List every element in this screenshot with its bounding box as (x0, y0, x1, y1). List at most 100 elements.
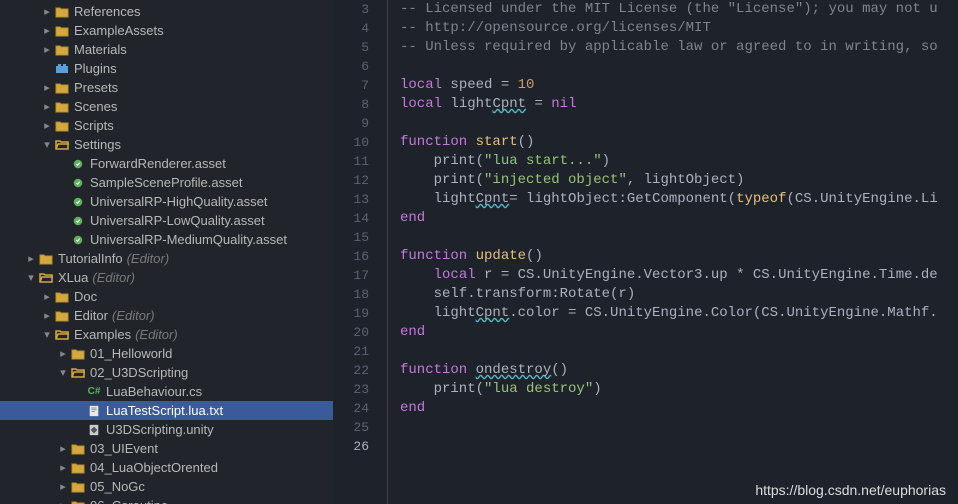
code-line[interactable]: print("lua start...") (400, 152, 958, 171)
line-number[interactable]: 23 (333, 380, 387, 399)
code-line[interactable]: end (400, 323, 958, 342)
code-line[interactable]: self.transform:Rotate(r) (400, 285, 958, 304)
tree-item-tutorialinfo[interactable]: TutorialInfo(Editor) (0, 249, 333, 268)
line-number[interactable]: 4 (333, 19, 387, 38)
chevron-down-icon[interactable] (56, 366, 70, 379)
code-line[interactable]: lightCpnt.color = CS.UnityEngine.Color(C… (400, 304, 958, 323)
code-line[interactable]: function start() (400, 133, 958, 152)
chevron-down-icon[interactable] (40, 328, 54, 341)
line-number[interactable]: 18 (333, 285, 387, 304)
tree-item-references[interactable]: References (0, 2, 333, 21)
chevron-down-icon[interactable] (40, 138, 54, 151)
code-line[interactable]: local lightCpnt = nil (400, 95, 958, 114)
tree-item-forwardrenderer-asset[interactable]: ForwardRenderer.asset (0, 154, 333, 173)
code-line[interactable]: lightCpnt= lightObject:GetComponent(type… (400, 190, 958, 209)
code-line[interactable]: function ondestroy() (400, 361, 958, 380)
line-number[interactable]: 13 (333, 190, 387, 209)
tree-item-label: Materials (74, 42, 127, 57)
line-number[interactable]: 11 (333, 152, 387, 171)
code-line[interactable]: end (400, 399, 958, 418)
chevron-down-icon[interactable] (24, 271, 38, 284)
code-line[interactable]: end (400, 209, 958, 228)
code-editor[interactable]: -- Licensed under the MIT License (the "… (388, 0, 958, 504)
tree-item-universalrp-highquality-asset[interactable]: UniversalRP-HighQuality.asset (0, 192, 333, 211)
line-number[interactable]: 8 (333, 95, 387, 114)
tree-item-u3dscripting-unity[interactable]: U3DScripting.unity (0, 420, 333, 439)
tree-item-universalrp-mediumquality-asset[interactable]: UniversalRP-MediumQuality.asset (0, 230, 333, 249)
tree-item-luatestscript-lua-txt[interactable]: LuaTestScript.lua.txt (0, 401, 333, 420)
tree-item-presets[interactable]: Presets (0, 78, 333, 97)
tree-item-06-coroutine[interactable]: 06_Coroutine (0, 496, 333, 504)
chevron-right-icon[interactable] (40, 81, 54, 94)
code-line[interactable]: print("injected object", lightObject) (400, 171, 958, 190)
chevron-right-icon[interactable] (24, 252, 38, 265)
tree-item-luabehaviour-cs[interactable]: C#LuaBehaviour.cs (0, 382, 333, 401)
code-line[interactable]: -- http://opensource.org/licenses/MIT (400, 19, 958, 38)
folder-icon (54, 5, 70, 19)
tree-item-materials[interactable]: Materials (0, 40, 333, 59)
line-number[interactable]: 12 (333, 171, 387, 190)
code-line[interactable]: print("lua destroy") (400, 380, 958, 399)
line-number[interactable]: 5 (333, 38, 387, 57)
chevron-right-icon[interactable] (56, 499, 70, 504)
tree-item-samplesceneprofile-asset[interactable]: SampleSceneProfile.asset (0, 173, 333, 192)
tree-item-settings[interactable]: Settings (0, 135, 333, 154)
chevron-right-icon[interactable] (40, 100, 54, 113)
tree-item-examples[interactable]: Examples(Editor) (0, 325, 333, 344)
tree-item-02-u3dscripting[interactable]: 02_U3DScripting (0, 363, 333, 382)
tree-item-04-luaobjectorented[interactable]: 04_LuaObjectOrented (0, 458, 333, 477)
chevron-right-icon[interactable] (40, 5, 54, 18)
code-line[interactable]: local r = CS.UnityEngine.Vector3.up * CS… (400, 266, 958, 285)
tree-item-03-uievent[interactable]: 03_UIEvent (0, 439, 333, 458)
tree-item-suffix: (Editor) (135, 327, 178, 342)
line-number[interactable]: 20 (333, 323, 387, 342)
tree-item-plugins[interactable]: Plugins (0, 59, 333, 78)
tree-item-doc[interactable]: Doc (0, 287, 333, 306)
line-number[interactable]: 3 (333, 0, 387, 19)
tree-item-scripts[interactable]: Scripts (0, 116, 333, 135)
chevron-right-icon[interactable] (56, 461, 70, 474)
line-number[interactable]: 16 (333, 247, 387, 266)
project-explorer[interactable]: ReferencesExampleAssets Materials PluginsP… (0, 0, 333, 504)
line-number[interactable]: 17 (333, 266, 387, 285)
tree-item-label: ForwardRenderer.asset (90, 156, 226, 171)
chevron-right-icon[interactable] (40, 24, 54, 37)
code-line[interactable] (400, 114, 958, 133)
line-number[interactable]: 9 (333, 114, 387, 133)
chevron-right-icon[interactable] (40, 119, 54, 132)
line-number[interactable]: 15 (333, 228, 387, 247)
folder-icon (70, 347, 86, 361)
tree-item-scenes[interactable]: Scenes (0, 97, 333, 116)
tree-item-xlua[interactable]: XLua(Editor) (0, 268, 333, 287)
line-number[interactable]: 21 (333, 342, 387, 361)
line-number[interactable]: 26 (333, 437, 387, 456)
chevron-right-icon[interactable] (40, 290, 54, 303)
line-number[interactable]: 19 (333, 304, 387, 323)
line-number[interactable]: 22 (333, 361, 387, 380)
tree-item-universalrp-lowquality-asset[interactable]: UniversalRP-LowQuality.asset (0, 211, 333, 230)
code-line[interactable]: -- Unless required by applicable law or … (400, 38, 958, 57)
line-number[interactable]: 10 (333, 133, 387, 152)
code-line[interactable]: local speed = 10 (400, 76, 958, 95)
line-number[interactable]: 14 (333, 209, 387, 228)
chevron-right-icon[interactable] (56, 480, 70, 493)
line-number[interactable]: 6 (333, 57, 387, 76)
code-line[interactable] (400, 228, 958, 247)
tree-item-01-helloworld[interactable]: 01_Helloworld (0, 344, 333, 363)
code-line[interactable] (400, 437, 958, 456)
code-line[interactable] (400, 342, 958, 361)
chevron-right-icon[interactable] (56, 347, 70, 360)
chevron-right-icon[interactable] (40, 309, 54, 322)
line-number[interactable]: 25 (333, 418, 387, 437)
tree-item-05-nogc[interactable]: 05_NoGc (0, 477, 333, 496)
chevron-right-icon[interactable] (40, 43, 54, 56)
code-line[interactable]: -- Licensed under the MIT License (the "… (400, 0, 958, 19)
code-line[interactable] (400, 418, 958, 437)
chevron-right-icon[interactable] (56, 442, 70, 455)
line-number[interactable]: 7 (333, 76, 387, 95)
code-line[interactable] (400, 57, 958, 76)
code-line[interactable]: function update() (400, 247, 958, 266)
line-number[interactable]: 24 (333, 399, 387, 418)
tree-item-editor[interactable]: Editor(Editor) (0, 306, 333, 325)
tree-item-exampleassets[interactable]: ExampleAssets (0, 21, 333, 40)
